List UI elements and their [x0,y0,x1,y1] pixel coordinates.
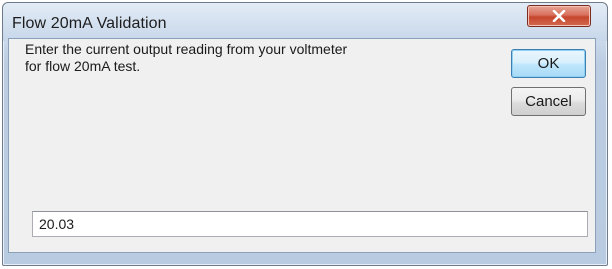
reading-input[interactable] [32,211,588,237]
close-button[interactable] [527,5,591,27]
prompt-message: Enter the current output reading from yo… [25,41,348,74]
title-bar[interactable]: Flow 20mA Validation [3,3,607,41]
close-icon [552,10,566,22]
ok-button[interactable]: OK [511,49,586,78]
cancel-button[interactable]: Cancel [511,87,586,116]
window-title: Flow 20mA Validation [12,15,167,32]
